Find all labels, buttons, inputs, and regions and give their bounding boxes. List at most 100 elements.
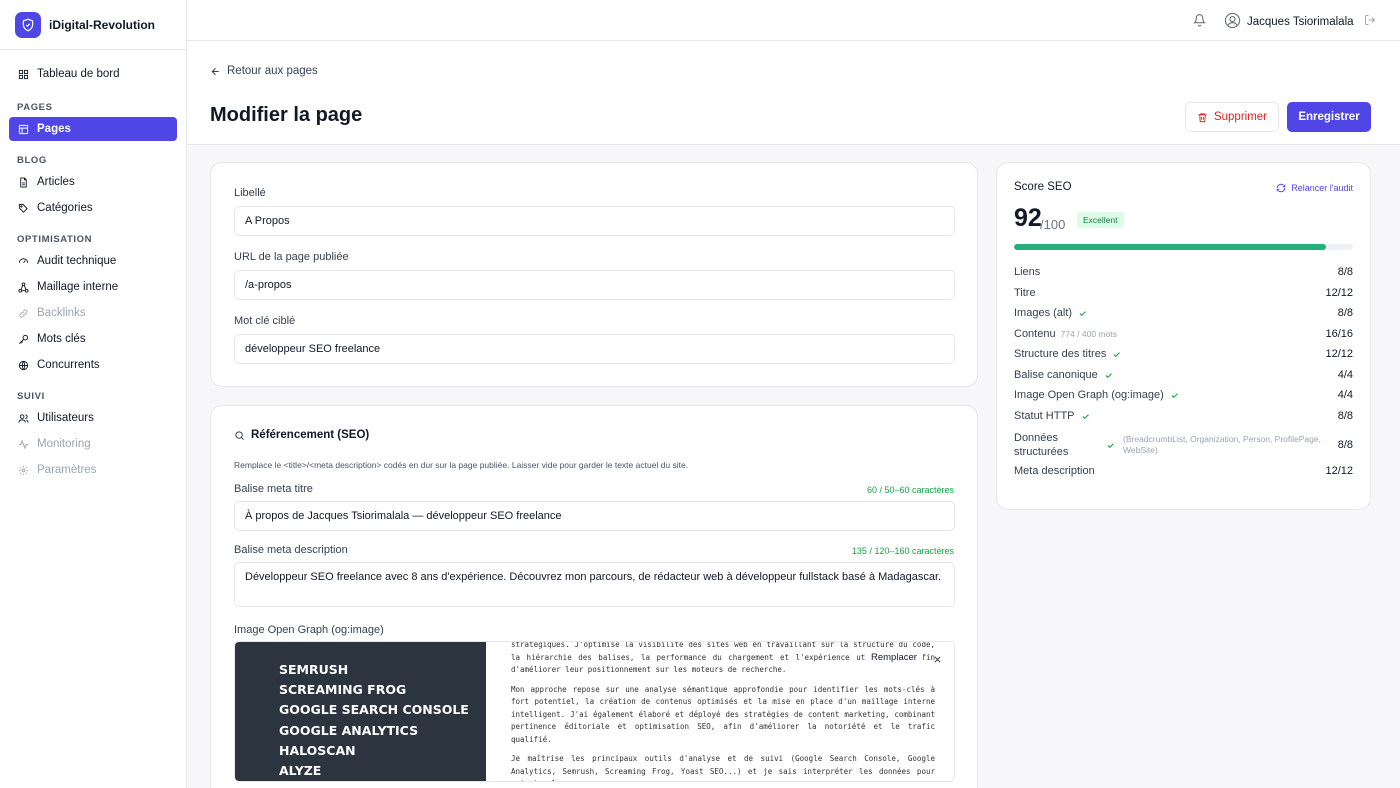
- check-icon: [1112, 350, 1121, 359]
- og-image-tools-list: SEMRUSH SCREAMING FROG GOOGLE SEARCH CON…: [279, 660, 469, 781]
- sidebar-item-label: Maillage interne: [37, 281, 119, 293]
- sidebar-item-articles[interactable]: Articles: [9, 170, 177, 194]
- gear-icon: [18, 465, 29, 476]
- sidebar-item-dashboard[interactable]: Tableau de bord: [9, 62, 177, 86]
- sidebar-item-competitors[interactable]: Concurrents: [9, 353, 177, 377]
- close-icon[interactable]: [933, 652, 942, 667]
- delete-label: Supprimer: [1213, 111, 1268, 123]
- sidebar-item-users[interactable]: Utilisateurs: [9, 406, 177, 430]
- back-label: Retour aux pages: [227, 65, 318, 77]
- score-metric-row: Meta description 12/12: [1014, 465, 1353, 477]
- sidebar-item-label: Backlinks: [37, 307, 86, 319]
- metric-label: Image Open Graph (og:image): [1014, 389, 1164, 401]
- user-name: Jacques Tsiorimalala: [1247, 16, 1354, 28]
- check-icon: [1170, 391, 1179, 400]
- libelle-input[interactable]: A Propos: [234, 206, 955, 236]
- keyword-label: Mot clé ciblé: [234, 315, 296, 327]
- globe-icon: [18, 360, 29, 371]
- user-avatar-icon: [1224, 12, 1241, 32]
- back-link[interactable]: Retour aux pages: [210, 65, 318, 77]
- relaunch-label: Relancer l'audit: [1291, 183, 1353, 193]
- sidebar-item-label: Articles: [37, 176, 75, 188]
- og-image-preview: SEMRUSH SCREAMING FROG GOOGLE SEARCH CON…: [234, 641, 955, 782]
- dashboard-icon: [18, 69, 29, 80]
- sidebar-item-keywords[interactable]: Mots clés: [9, 327, 177, 351]
- score-max: /100: [1040, 217, 1066, 232]
- trash-icon: [1198, 112, 1207, 122]
- og-paragraph: Mon approche repose sur une analyse séma…: [511, 684, 935, 744]
- sidebar-item-maillage[interactable]: Maillage interne: [9, 275, 177, 299]
- sidebar-section-title: OPTIMISATION: [17, 234, 93, 245]
- pages-icon: [18, 124, 29, 135]
- users-icon: [18, 413, 29, 424]
- sidebar-item-label: Catégories: [37, 202, 93, 214]
- status-badge: Excellent: [1077, 212, 1124, 228]
- save-button[interactable]: Enregistrer: [1287, 102, 1371, 132]
- score-progress-fill: [1014, 244, 1326, 250]
- meta-title-input[interactable]: À propos de Jacques Tsiorimalala — dével…: [234, 501, 955, 531]
- og-label: Image Open Graph (og:image): [234, 624, 384, 636]
- replace-image-button[interactable]: Remplacer: [865, 650, 923, 665]
- keyword-input[interactable]: développeur SEO freelance: [234, 334, 955, 364]
- metric-label: Contenu: [1014, 328, 1056, 340]
- delete-button[interactable]: Supprimer: [1185, 102, 1279, 132]
- sidebar-item-categories[interactable]: Catégories: [9, 196, 177, 220]
- sidebar-section-title: SUIVI: [17, 391, 45, 402]
- user-menu[interactable]: Jacques Tsiorimalala: [1224, 12, 1354, 32]
- metric-value: 16/16: [1325, 328, 1353, 340]
- url-label: URL de la page publiée: [234, 251, 349, 263]
- url-input[interactable]: /a-propos: [234, 270, 955, 300]
- relaunch-audit-button[interactable]: Relancer l'audit: [1276, 183, 1353, 193]
- shield-logo-icon: [15, 11, 41, 38]
- meta-desc-textarea[interactable]: Développeur SEO freelance avec 8 ans d'e…: [234, 562, 955, 607]
- og-paragraph: Je maîtrise les principaux outils d'anal…: [511, 754, 935, 781]
- bell-icon[interactable]: [1192, 13, 1207, 30]
- score-progress-bar: [1014, 244, 1353, 250]
- logout-icon[interactable]: [1364, 14, 1376, 29]
- metric-label: Images (alt): [1014, 307, 1073, 319]
- sidebar-item-monitoring[interactable]: Monitoring: [9, 432, 177, 456]
- sidebar-section-title: BLOG: [17, 155, 47, 166]
- score-metric-row: Titre 12/12: [1014, 287, 1353, 299]
- sidebar-nav: Tableau de bord PAGES Pages BLOG Article…: [0, 50, 186, 494]
- og-image-left-panel: SEMRUSH SCREAMING FROG GOOGLE SEARCH CON…: [235, 642, 486, 781]
- meta-title-counter: 60 / 50–60 caractères: [866, 485, 954, 495]
- metric-value: 4/4: [1337, 389, 1353, 401]
- libelle-label: Libellé: [234, 187, 266, 199]
- metric-value: 8/8: [1337, 307, 1353, 319]
- refresh-icon: [1276, 183, 1286, 193]
- sidebar-item-label: Monitoring: [37, 438, 91, 450]
- metric-value: 12/12: [1325, 348, 1353, 360]
- meta-desc-label: Balise meta description: [234, 544, 348, 556]
- search-icon: [235, 430, 244, 440]
- brand[interactable]: iDigital-Revolution: [0, 0, 186, 50]
- check-icon: [1078, 309, 1087, 318]
- og-tool: GOOGLE ANALYTICS: [279, 722, 419, 738]
- metric-note: (BreadcrumbList, Organization, Person, P…: [1123, 434, 1321, 455]
- meta-desc-counter: 135 / 120–160 caractères: [851, 546, 954, 556]
- sidebar-item-pages[interactable]: Pages: [9, 117, 177, 141]
- seo-score-card: Score SEO Relancer l'audit 92 /100 Excel…: [996, 162, 1371, 510]
- seo-hint: Remplace le <title>/<meta description> c…: [234, 460, 689, 470]
- score-metric-row: Balise canonique 4/4: [1014, 369, 1353, 381]
- sidebar-item-audit[interactable]: Audit technique: [9, 249, 177, 273]
- document-icon: [18, 176, 29, 188]
- metric-label: Statut HTTP: [1014, 410, 1075, 422]
- sidebar-item-label: Utilisateurs: [37, 412, 94, 424]
- metric-label: Structure des titres: [1014, 348, 1107, 360]
- check-icon: [1081, 412, 1090, 421]
- arrow-left-icon: [211, 67, 219, 75]
- page-info-card: Libellé A Propos URL de la page publiée …: [210, 162, 978, 387]
- score-metric-row: Image Open Graph (og:image) 4/4: [1014, 389, 1353, 401]
- sidebar-item-backlinks[interactable]: Backlinks: [9, 301, 177, 325]
- sidebar-item-settings[interactable]: Paramètres: [9, 458, 177, 482]
- gauge-icon: [18, 256, 29, 267]
- activity-icon: [18, 439, 29, 450]
- sidebar-item-label: Concurrents: [37, 359, 100, 371]
- metric-value: 12/12: [1325, 465, 1353, 477]
- seo-card: Référencement (SEO) Remplace le <title>/…: [210, 405, 978, 788]
- metric-value: 4/4: [1337, 369, 1353, 381]
- metric-value: 8/8: [1337, 439, 1353, 451]
- og-tool: ALYZE: [279, 763, 322, 779]
- network-icon: [18, 281, 29, 293]
